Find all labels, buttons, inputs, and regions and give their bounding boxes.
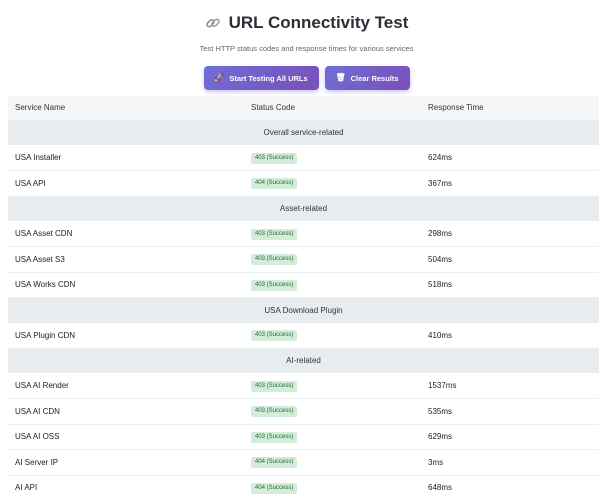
status-cell: 404 (Success) xyxy=(244,475,421,500)
service-name: USA AI OSS xyxy=(15,432,60,442)
group-header-row: Overall service-related xyxy=(8,120,599,145)
status-badge: 403 (Success) xyxy=(251,406,298,418)
service-name: AI Server IP xyxy=(15,457,59,467)
status-cell: 403 (Success) xyxy=(244,424,421,450)
status-badge: 403 (Success) xyxy=(251,330,298,341)
header: URL Connectivity Test Test HTTP status c… xyxy=(0,0,613,54)
service-name: USA API xyxy=(15,178,46,188)
table-row: USA AI Render 403 (Success) 1537ms xyxy=(8,373,599,399)
response-time: 298ms xyxy=(428,229,453,238)
status-cell: 403 (Success) xyxy=(244,145,421,171)
status-badge: 403 (Success) xyxy=(251,380,298,392)
group-header-row: Asset-related xyxy=(8,196,599,221)
service-name: USA AI Render xyxy=(15,381,69,390)
page-title-row: URL Connectivity Test xyxy=(0,12,613,34)
trash-icon: 🗑 xyxy=(335,73,346,82)
service-name: USA Asset S3 xyxy=(15,254,65,264)
response-time: 648ms xyxy=(428,483,453,493)
group-title: USA Download Plugin xyxy=(264,305,343,315)
table-row: USA API 404 (Success) 367ms xyxy=(8,171,599,197)
action-buttons: 🚀 Start Testing All URLs 🗑 Clear Results xyxy=(0,66,613,90)
page: URL Connectivity Test Test HTTP status c… xyxy=(0,0,613,500)
start-testing-button[interactable]: 🚀 Start Testing All URLs xyxy=(203,66,319,90)
table-row: AI Server IP 404 (Success) 3ms xyxy=(8,450,599,476)
service-name: AI API xyxy=(15,483,38,493)
group-title: Asset-related xyxy=(279,204,328,214)
status-cell: 403 (Success) xyxy=(244,247,421,273)
clear-results-button[interactable]: 🗑 Clear Results xyxy=(324,66,410,90)
response-time: 518ms xyxy=(428,280,453,290)
response-time: 535ms xyxy=(428,406,453,416)
table-row: AI API 404 (Success) 648ms xyxy=(8,475,599,500)
table-row: USA Plugin CDN 403 (Success) 410ms xyxy=(8,323,599,349)
response-time: 367ms xyxy=(428,178,453,188)
status-badge: 403 (Success) xyxy=(251,152,298,164)
column-header-status-code: Status Code xyxy=(244,96,421,121)
column-header-service-name: Service Name xyxy=(8,96,244,121)
status-badge: 403 (Success) xyxy=(251,279,298,291)
group-header-row: AI-related xyxy=(8,348,599,373)
table-row: USA AI OSS 403 (Success) 629ms xyxy=(8,424,599,450)
status-cell: 403 (Success) xyxy=(244,272,421,298)
start-testing-label: Start Testing All URLs xyxy=(229,73,308,83)
service-name: USA Asset CDN xyxy=(15,229,73,238)
clear-results-label: Clear Results xyxy=(350,73,399,83)
service-name: USA Works CDN xyxy=(15,280,76,290)
table-row: USA Asset CDN 403 (Success) 298ms xyxy=(8,221,599,247)
status-badge: 404 (Success) xyxy=(251,178,298,190)
status-badge: 403 (Success) xyxy=(251,431,298,443)
group-title: Overall service-related xyxy=(263,128,344,138)
group-header-row: USA Download Plugin xyxy=(8,297,599,323)
results-table: Service Name Status Code Response Time O… xyxy=(8,96,599,500)
status-badge: 403 (Success) xyxy=(251,254,298,266)
table-body: Overall service-related USA Installer 40… xyxy=(8,120,599,500)
status-cell: 404 (Success) xyxy=(244,450,421,476)
column-header-response-time: Response Time xyxy=(421,96,599,121)
response-time: 504ms xyxy=(428,254,453,264)
response-time: 410ms xyxy=(428,330,453,340)
status-cell: 403 (Success) xyxy=(244,373,421,399)
page-title: URL Connectivity Test xyxy=(228,13,409,32)
page-subtitle: Test HTTP status codes and response time… xyxy=(199,44,414,53)
response-time: 629ms xyxy=(428,432,453,442)
status-cell: 403 (Success) xyxy=(244,221,421,247)
response-time: 624ms xyxy=(428,153,453,162)
rocket-icon: 🚀 xyxy=(214,73,225,82)
service-name: USA AI CDN xyxy=(15,406,60,416)
table-row: USA AI CDN 403 (Success) 535ms xyxy=(8,399,599,425)
link-icon xyxy=(205,18,220,28)
status-badge: 404 (Success) xyxy=(251,482,298,494)
table-row: USA Asset S3 403 (Success) 504ms xyxy=(8,247,599,273)
group-title: AI-related xyxy=(286,356,321,366)
status-cell: 403 (Success) xyxy=(244,323,421,349)
status-badge: 403 (Success) xyxy=(251,228,298,240)
table-row: USA Installer 403 (Success) 624ms xyxy=(8,145,599,171)
response-time: 3ms xyxy=(428,457,444,467)
status-badge: 404 (Success) xyxy=(251,457,298,469)
table-header-row: Service Name Status Code Response Time xyxy=(8,96,599,121)
status-cell: 403 (Success) xyxy=(244,399,421,425)
service-name: USA Plugin CDN xyxy=(15,330,76,340)
response-time: 1537ms xyxy=(428,381,457,390)
table-row: USA Works CDN 403 (Success) 518ms xyxy=(8,272,599,298)
service-name: USA Installer xyxy=(15,153,62,162)
status-cell: 404 (Success) xyxy=(244,171,421,197)
